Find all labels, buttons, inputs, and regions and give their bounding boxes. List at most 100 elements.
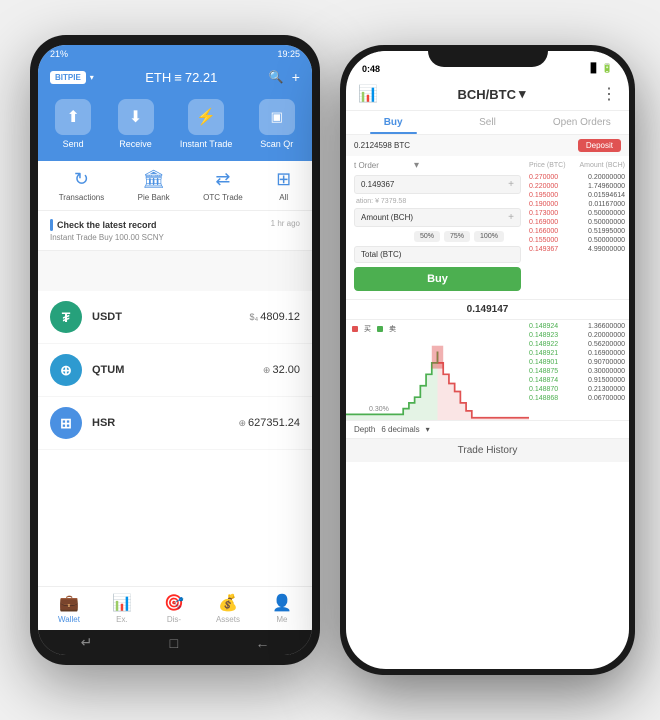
ob-buy-price-4: 0.148901 xyxy=(529,359,558,366)
all-button[interactable]: ⊞ All xyxy=(276,169,291,202)
hsr-symbol: ⊕ xyxy=(238,418,246,428)
notch xyxy=(428,45,548,67)
otc-trade-label: OTC Trade xyxy=(203,193,243,202)
ob-sell-amount-7: 0.50000000 xyxy=(588,237,625,244)
qtum-logo: ⊕ xyxy=(50,354,82,386)
ob-buy-amount-7: 0.21300000 xyxy=(588,386,625,393)
send-icon: ⬆ xyxy=(55,99,91,135)
bank-icon: 🏛 xyxy=(142,169,165,190)
order-type-row: t Order ▾ xyxy=(354,160,521,171)
all-label: All xyxy=(279,193,288,202)
transactions-button[interactable]: ↻ Transactions xyxy=(59,169,105,202)
total-placeholder: Total (BTC) xyxy=(361,250,401,259)
ob-buy-row: 0.148870 0.21300000 xyxy=(529,385,625,394)
ios-phone: 0:48 ▊ 🔋 📊 BCH/BTC ▾ ⋮ xyxy=(340,45,635,675)
nav-me[interactable]: 👤 Me xyxy=(272,593,292,624)
exchange-icon: 📊 xyxy=(112,593,132,613)
deposit-button[interactable]: Deposit xyxy=(578,139,621,152)
ob-buy-amount-0: 1.36600000 xyxy=(588,323,625,330)
tab-open-orders[interactable]: Open Orders xyxy=(535,111,629,134)
pct-50-button[interactable]: 50% xyxy=(414,231,440,242)
add-icon[interactable]: + xyxy=(292,69,300,85)
asset-list: ₮ USDT $₄4809.12 ⊕ QTUM ⊕32.00 xyxy=(38,291,312,586)
ob-sell-amount-5: 0.50000000 xyxy=(588,219,625,226)
wifi-icon: ▊ xyxy=(591,63,598,74)
amount-input[interactable]: Amount (BCH) + xyxy=(354,208,521,227)
chart-icon[interactable]: 📊 xyxy=(358,84,382,104)
nav-assets[interactable]: 💰 Assets xyxy=(216,593,240,624)
dropdown-arrow-icon[interactable]: ▾ xyxy=(90,73,94,82)
depth-dropdown-icon[interactable]: ▾ xyxy=(426,425,430,434)
depth-chart-svg xyxy=(346,340,529,420)
total-input[interactable]: Total (BTC) xyxy=(354,246,521,263)
recents-icon[interactable]: ← xyxy=(255,635,269,651)
ob-sell-row: 0.173000 0.50000000 xyxy=(529,209,625,218)
search-icon[interactable]: 🔍 xyxy=(269,70,284,84)
list-item[interactable]: ₮ USDT $₄4809.12 xyxy=(38,291,312,344)
home-icon[interactable]: □ xyxy=(170,635,178,651)
right-orderbook: Price (BTC) Amount (BCH) 0.270000 0.2000… xyxy=(529,156,629,299)
pie-bank-button[interactable]: 🏛 Pie Bank xyxy=(138,169,170,202)
instant-trade-button[interactable]: ⚡ Instant Trade xyxy=(180,99,233,149)
ob-buy-price-1: 0.148923 xyxy=(529,332,558,339)
scan-qr-button[interactable]: ▣ Scan Qr xyxy=(259,99,295,149)
balance-value: 72.21 xyxy=(185,70,218,85)
nav-exchange[interactable]: 📊 Ex. xyxy=(112,593,132,624)
content-spacer xyxy=(38,251,312,291)
notification-title: Check the latest record xyxy=(50,219,164,231)
ob-sell-price-1: 0.220000 xyxy=(529,183,558,190)
price-plus-icon[interactable]: + xyxy=(508,179,514,190)
ios-status-icons: ▊ 🔋 xyxy=(591,63,613,74)
pct-100-button[interactable]: 100% xyxy=(474,231,504,242)
buy-button[interactable]: Buy xyxy=(354,267,521,291)
ob-sell-amount-4: 0.50000000 xyxy=(588,210,625,217)
ob-buy-amount-4: 0.90700000 xyxy=(588,359,625,366)
hsr-logo: ⊞ xyxy=(50,407,82,439)
pair-name[interactable]: BCH/BTC ▾ xyxy=(457,86,525,102)
send-button[interactable]: ⬆ Send xyxy=(55,99,91,149)
ob-buy-price-7: 0.148870 xyxy=(529,386,558,393)
depth-decimals: 6 decimals xyxy=(381,425,419,434)
more-options-icon[interactable]: ⋮ xyxy=(601,84,617,104)
tab-buy[interactable]: Buy xyxy=(346,111,440,134)
qtum-balance: ⊕32.00 xyxy=(263,364,300,376)
nav-wallet[interactable]: 💼 Wallet xyxy=(58,593,80,624)
amount-plus-icon[interactable]: + xyxy=(508,212,514,223)
usdt-symbol: $₄ xyxy=(250,312,259,322)
usdt-name: USDT xyxy=(92,311,250,323)
transactions-label: Transactions xyxy=(59,193,105,202)
order-type-dropdown-icon[interactable]: ▾ xyxy=(414,160,419,171)
ob-buy-price-3: 0.148921 xyxy=(529,350,558,357)
chart-section: 买 卖 0.30% xyxy=(346,320,629,420)
secondary-actions-bar: ↻ Transactions 🏛 Pie Bank ⇄ OTC Trade ⊞ … xyxy=(38,161,312,211)
ios-time: 0:48 xyxy=(362,64,380,74)
nav-discover[interactable]: 🎯 Dis- xyxy=(164,593,184,624)
tab-sell[interactable]: Sell xyxy=(440,111,534,134)
pie-bank-label: Pie Bank xyxy=(138,193,170,202)
usdt-balance: $₄4809.12 xyxy=(250,311,300,323)
trading-header: 📊 BCH/BTC ▾ ⋮ xyxy=(346,78,629,111)
lightning-icon: ⚡ xyxy=(188,99,224,135)
ob-sell-row: 0.270000 0.20000000 xyxy=(529,173,625,182)
list-item[interactable]: ⊕ QTUM ⊕32.00 xyxy=(38,344,312,397)
trade-history-bar[interactable]: Trade History xyxy=(346,438,629,462)
ob-buy-amount-2: 0.56200000 xyxy=(588,341,625,348)
price-header: Price (BTC) xyxy=(529,162,566,169)
transactions-icon: ↻ xyxy=(74,169,89,190)
receive-label: Receive xyxy=(119,139,152,149)
price-value: 0.149367 xyxy=(361,180,394,189)
ob-buy-row: 0.148923 0.20000000 xyxy=(529,331,625,340)
price-input[interactable]: 0.149367 + xyxy=(354,175,521,194)
list-item[interactable]: ⊞ HSR ⊕627351.24 xyxy=(38,397,312,450)
ob-sell-amount-0: 0.20000000 xyxy=(588,174,625,181)
exchange-label: Ex. xyxy=(116,615,128,624)
ob-sell-amount-8: 4.99000000 xyxy=(588,246,625,253)
buy-legend-dot xyxy=(352,326,358,332)
ob-buy-row: 0.148874 0.91500000 xyxy=(529,376,625,385)
receive-button[interactable]: ⬇ Receive xyxy=(118,99,154,149)
otc-trade-button[interactable]: ⇄ OTC Trade xyxy=(203,169,243,202)
ob-sell-amount-6: 0.51995000 xyxy=(588,228,625,235)
back-icon[interactable]: ↵ xyxy=(81,634,93,651)
pct-75-button[interactable]: 75% xyxy=(444,231,470,242)
wallet-label: Wallet xyxy=(58,615,80,624)
